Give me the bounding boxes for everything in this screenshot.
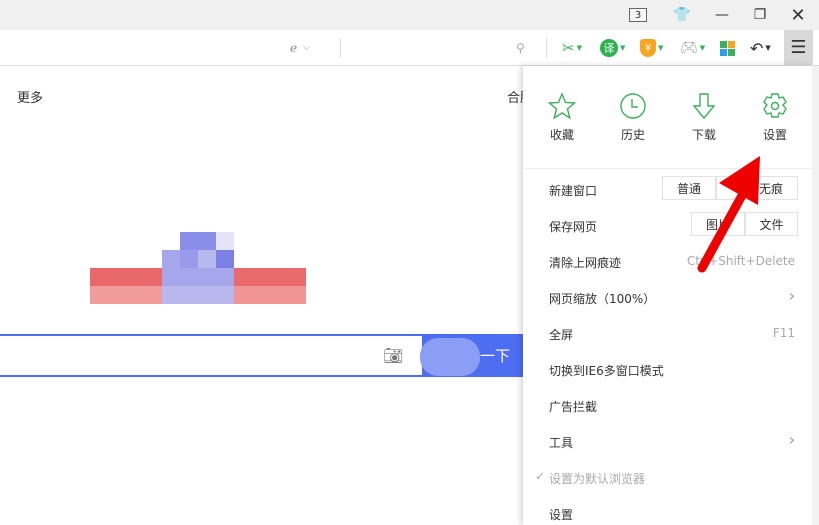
red-arrow-annotation (697, 156, 760, 273)
